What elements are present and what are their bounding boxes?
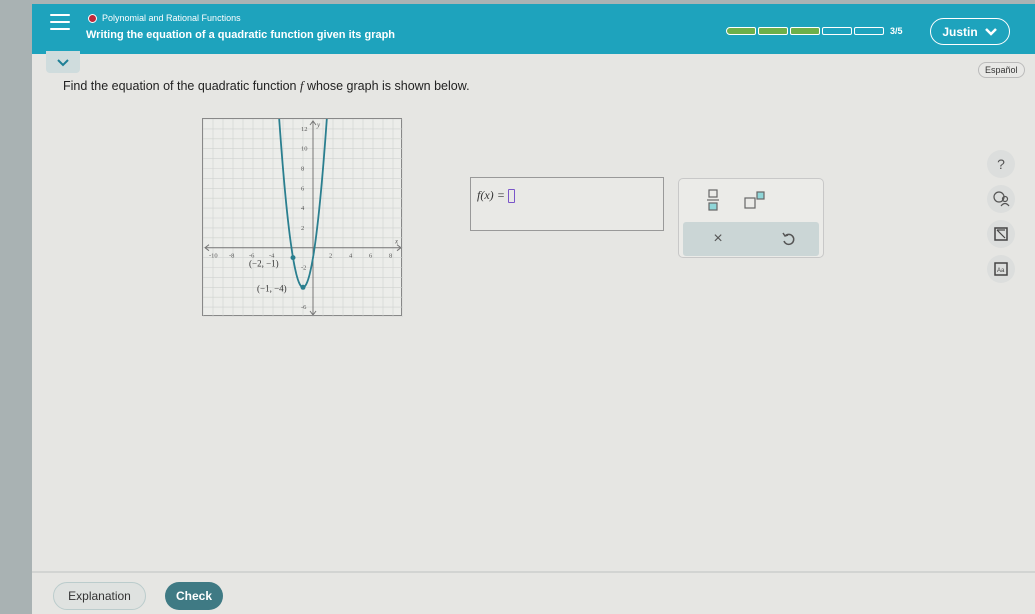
- answer-input[interactable]: f(x) =: [470, 177, 664, 231]
- point-label: (−2, −1): [249, 259, 279, 269]
- topic-status-dot: [88, 13, 97, 23]
- page-title: Writing the equation of a quadratic func…: [86, 29, 396, 41]
- ask-tutor-icon: [993, 191, 1010, 207]
- fraction-icon: [707, 189, 719, 211]
- progress-segment: [854, 27, 884, 35]
- help-icon: ?: [997, 156, 1005, 172]
- y-tick-label: 10: [301, 146, 308, 153]
- x-axis-label: x: [394, 238, 399, 246]
- progress-segment: [790, 27, 820, 35]
- y-tick-label: -6: [301, 304, 307, 311]
- question-prefix: Find the equation of the quadratic funct…: [63, 79, 300, 93]
- x-tick-label: 2: [329, 253, 332, 260]
- chevron-down-icon: [984, 27, 997, 36]
- y-tick-label: 2: [301, 225, 304, 232]
- y-tick-label: 6: [301, 185, 305, 192]
- progress-segment: [758, 27, 788, 35]
- language-button[interactable]: Español: [978, 62, 1025, 78]
- answer-expression: f(x) =: [477, 188, 516, 204]
- topic-text: Polynomial and Rational Functions: [102, 13, 241, 23]
- calculator-icon: [994, 227, 1008, 241]
- y-tick-label: -2: [301, 265, 306, 272]
- footer-divider: [32, 571, 1035, 573]
- fraction-key[interactable]: [701, 187, 725, 213]
- hamburger-icon[interactable]: [50, 14, 70, 32]
- glossary-button[interactable]: Aa: [987, 255, 1015, 283]
- math-keypad: ×: [678, 178, 824, 258]
- svg-text:Aa: Aa: [997, 268, 1005, 274]
- chevron-down-icon: [57, 58, 69, 66]
- glossary-icon: Aa: [994, 262, 1008, 276]
- topic-label: Polynomial and Rational Functions: [88, 13, 241, 23]
- y-tick-label: 8: [301, 166, 304, 173]
- user-name: Justin: [942, 24, 978, 39]
- x-tick-label: 4: [349, 253, 353, 260]
- user-menu-button[interactable]: Justin: [930, 18, 1010, 45]
- vertex-label: (−1, −4): [257, 283, 287, 293]
- exponent-icon: [744, 191, 765, 209]
- answer-cursor-slot[interactable]: [508, 189, 516, 204]
- x-tick-label: -8: [229, 253, 234, 260]
- left-background: [0, 0, 32, 614]
- question-suffix: whose graph is shown below.: [303, 79, 470, 93]
- undo-button[interactable]: [775, 226, 801, 252]
- calculator-button[interactable]: [987, 220, 1015, 248]
- x-tick-label: -10: [209, 253, 218, 260]
- x-tick-label: 6: [369, 253, 373, 260]
- progress-segment: [726, 27, 756, 35]
- y-tick-label: 12: [301, 126, 308, 133]
- question-text: Find the equation of the quadratic funct…: [63, 79, 470, 94]
- header-bar: Polynomial and Rational Functions Writin…: [32, 4, 1035, 54]
- known-point: [290, 255, 296, 261]
- clear-button[interactable]: ×: [705, 226, 731, 252]
- keypad-action-row: ×: [683, 222, 819, 256]
- progress-count: 3/5: [890, 26, 903, 36]
- y-axis-label: y: [316, 121, 321, 129]
- collapse-button[interactable]: [46, 51, 80, 73]
- progress-bar: 3/5: [726, 26, 903, 36]
- exponent-key[interactable]: [741, 187, 769, 213]
- help-button[interactable]: ?: [987, 150, 1015, 178]
- answer-lhs: f(x): [477, 188, 494, 202]
- progress-segment: [822, 27, 852, 35]
- graph-svg: -10 -8 -6 -4 2 4 6 812108642-2-6xy(−1, −4)(−2, …: [202, 116, 404, 318]
- explanation-button[interactable]: Explanation: [53, 582, 146, 610]
- check-button[interactable]: Check: [165, 582, 223, 610]
- function-graph: -10 -8 -6 -4 2 4 6 8 12 10 8 6 4 2 -2 -6 x y (−1, −4) (−2, …: [202, 116, 404, 318]
- ask-tutor-button[interactable]: [987, 185, 1015, 213]
- side-toolbar: ? Aa: [987, 150, 1017, 290]
- undo-icon: [782, 232, 795, 246]
- vertex-point: [300, 284, 306, 290]
- app-window: Polynomial and Rational Functions Writin…: [32, 4, 1035, 614]
- y-tick-label: 4: [301, 205, 305, 212]
- x-tick-label: 8: [389, 253, 392, 260]
- equals-sign: =: [497, 188, 505, 202]
